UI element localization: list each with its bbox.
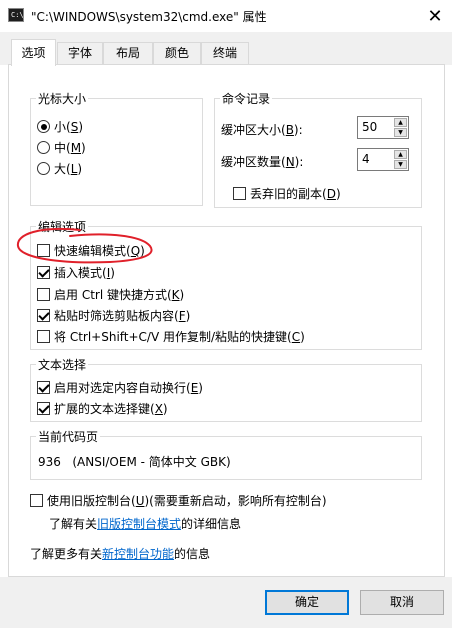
cmd-app-icon: C:\_ — [8, 8, 28, 22]
discard-duplicates-checkbox[interactable] — [233, 187, 246, 200]
annotation-stroke — [16, 228, 153, 264]
text-selection-title: 文本选择 — [36, 356, 89, 373]
spin-down-icon[interactable]: ▼ — [394, 128, 407, 137]
buffer-size-value[interactable]: 50 — [362, 120, 377, 134]
history-title: 命令记录 — [220, 90, 273, 107]
ctrl-shortcuts-checkbox[interactable] — [37, 288, 50, 301]
radio-cursor-large-label[interactable]: 大(L) — [54, 160, 82, 177]
ok-button[interactable]: 确定 — [265, 590, 349, 615]
legacy-info-text: 了解有关旧版控制台模式的详细信息 — [49, 517, 242, 531]
cursor-size-title: 光标大小 — [36, 90, 89, 107]
radio-cursor-medium[interactable] — [37, 141, 50, 154]
spin-down-icon[interactable]: ▼ — [394, 160, 407, 169]
radio-cursor-small-label[interactable]: 小(S) — [54, 118, 83, 135]
ctrl-shift-cv-checkbox[interactable] — [37, 330, 50, 343]
new-features-link[interactable]: 新控制台功能 — [102, 547, 174, 561]
extended-keys-checkbox[interactable] — [37, 402, 50, 415]
buffer-size-label: 缓冲区大小(B): — [221, 123, 303, 137]
wrap-selection-checkbox[interactable] — [37, 381, 50, 394]
cancel-button[interactable]: 取消 — [360, 590, 444, 615]
wrap-selection-label[interactable]: 启用对选定内容自动换行(E) — [54, 379, 203, 396]
buffer-count-value[interactable]: 4 — [362, 152, 370, 166]
ctrl-shift-cv-label[interactable]: 将 Ctrl+Shift+C/V 用作复制/粘贴的快捷键(C) — [54, 328, 305, 345]
ctrl-shortcuts-label[interactable]: 启用 Ctrl 键快捷方式(K) — [54, 286, 184, 303]
red-circle-annotation — [16, 228, 153, 264]
window-title: "C:\WINDOWS\system32\cmd.exe" 属性 — [31, 10, 267, 24]
legacy-console-checkbox[interactable] — [30, 494, 43, 507]
tab-font[interactable]: 字体 — [57, 42, 103, 64]
radio-cursor-small[interactable] — [37, 120, 50, 133]
codepage-value: 936 (ANSI/OEM - 简体中文 GBK) — [38, 455, 231, 469]
buffer-count-spinner[interactable]: 4 ▲ ▼ — [357, 148, 409, 171]
legacy-mode-link[interactable]: 旧版控制台模式 — [97, 517, 181, 531]
tab-terminal[interactable]: 终端 — [201, 42, 249, 64]
buffer-count-label: 缓冲区数量(N): — [221, 155, 304, 169]
radio-cursor-medium-label[interactable]: 中(M) — [54, 139, 86, 156]
filter-clipboard-label[interactable]: 粘贴时筛选剪贴板内容(F) — [54, 307, 190, 324]
tab-layout[interactable]: 布局 — [103, 42, 153, 64]
radio-cursor-large[interactable] — [37, 162, 50, 175]
codepage-title: 当前代码页 — [36, 428, 101, 445]
tab-colors[interactable]: 颜色 — [153, 42, 201, 64]
close-icon: ✕ — [427, 5, 443, 27]
tab-options[interactable]: 选项 — [11, 39, 56, 66]
spin-up-icon[interactable]: ▲ — [394, 150, 407, 159]
extended-keys-label[interactable]: 扩展的文本选择键(X) — [54, 400, 168, 417]
close-button[interactable]: ✕ — [418, 0, 452, 32]
filter-clipboard-checkbox[interactable] — [37, 309, 50, 322]
buffer-size-spinner[interactable]: 50 ▲ ▼ — [357, 116, 409, 139]
more-info-text: 了解更多有关新控制台功能的信息 — [30, 547, 211, 561]
discard-duplicates-label[interactable]: 丢弃旧的副本(D) — [250, 185, 341, 202]
spin-up-icon[interactable]: ▲ — [394, 118, 407, 127]
legacy-console-label[interactable]: 使用旧版控制台(U)(需要重新启动，影响所有控制台) — [47, 492, 327, 509]
